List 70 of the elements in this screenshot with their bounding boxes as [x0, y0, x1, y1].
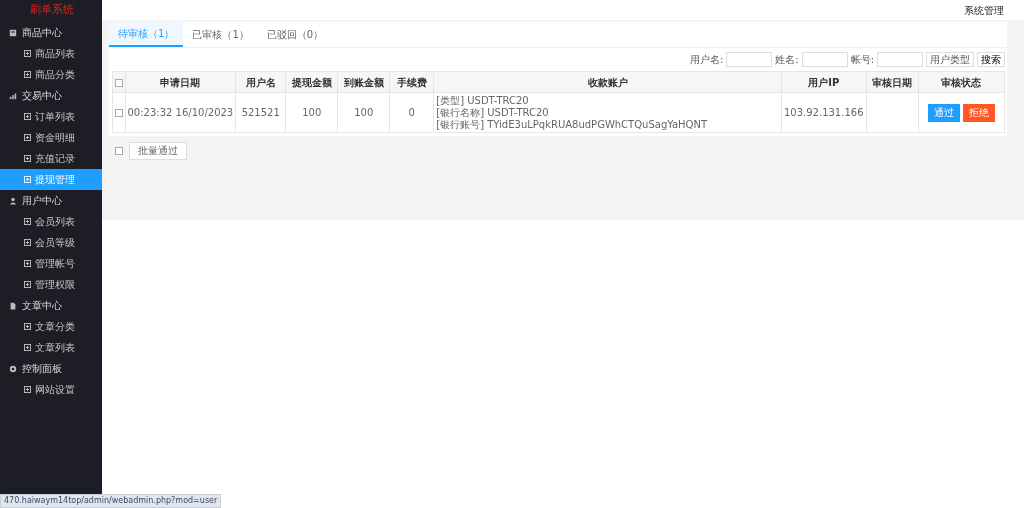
tab[interactable]: 已驳回（0）	[257, 22, 333, 47]
plus-square-icon	[24, 134, 31, 141]
sidebar-group[interactable]: 商品中心	[0, 22, 102, 43]
table-cell: 103.92.131.166	[781, 92, 866, 133]
sidebar-item[interactable]: 文章分类	[0, 316, 102, 337]
sidebar-item[interactable]: 充值记录	[0, 148, 102, 169]
column-header: 用户IP	[781, 71, 866, 93]
site-title: 刷单系统	[29, 2, 75, 18]
sidebar-item[interactable]: 管理权限	[0, 274, 102, 295]
table-cell: 100	[337, 92, 390, 133]
plus-square-icon	[24, 113, 31, 120]
select-all-checkbox[interactable]	[114, 78, 123, 87]
document-icon	[9, 301, 17, 310]
batch-checkbox[interactable]	[115, 146, 123, 155]
bar-chart-icon	[9, 91, 17, 100]
plus-square-icon	[24, 176, 31, 183]
sidebar-item[interactable]: 商品分类	[0, 64, 102, 85]
sidebar-group[interactable]: 控制面板	[0, 358, 102, 379]
sidebar-item[interactable]: 文章列表	[0, 337, 102, 358]
sidebar-item[interactable]: 订单列表	[0, 106, 102, 127]
sidebar-item[interactable]: 资金明细	[0, 127, 102, 148]
column-header: 申请日期	[125, 71, 236, 93]
account-line: [银行账号] TYidE3uLPqkRUA8udPGWhCTQuSagYaHQNT	[436, 118, 709, 131]
field-label: 用户名:	[689, 53, 724, 67]
column-header: 提现金额	[285, 71, 338, 93]
table-cell: 00:23:32 16/10/2023	[125, 92, 236, 133]
type-select[interactable]: 用户类型	[926, 52, 974, 67]
batch-approve-button[interactable]: 批量通过	[129, 141, 187, 160]
search-button[interactable]: 搜索	[977, 52, 1005, 67]
column-header: 到账金额	[337, 71, 390, 93]
column-header: 审核状态	[918, 71, 1004, 93]
account-line: [类型] USDT-TRC20	[436, 94, 530, 107]
plus-square-icon	[24, 344, 31, 351]
tab[interactable]: 已审核（1）	[183, 22, 258, 47]
row-checkbox[interactable]	[114, 109, 123, 117]
sidebar-group[interactable]: 交易中心	[0, 85, 102, 106]
sidebar-item[interactable]: 会员列表	[0, 211, 102, 232]
sidebar-item[interactable]: 商品列表	[0, 43, 102, 64]
sidebar-group[interactable]: 用户中心	[0, 190, 102, 211]
plus-square-icon	[24, 239, 31, 246]
column-header: 收款账户	[433, 71, 782, 93]
sidebar-group[interactable]: 文章中心	[0, 295, 102, 316]
user-icon	[9, 196, 17, 205]
account-line: [银行名称] USDT-TRC20	[436, 106, 550, 119]
input-field[interactable]	[726, 52, 773, 67]
column-header: 审核日期	[866, 71, 918, 93]
table-cell: 0	[389, 92, 434, 133]
table-cell: 521521	[235, 92, 286, 133]
sidebar-item[interactable]: 会员等级	[0, 232, 102, 253]
sidebar-item[interactable]: 网站设置	[0, 379, 102, 400]
plus-square-icon	[24, 260, 31, 267]
plus-square-icon	[24, 71, 31, 78]
column-header: 用户名	[235, 71, 286, 93]
plus-square-icon	[24, 323, 31, 330]
box-icon	[9, 28, 17, 37]
field-label: 帐号:	[850, 53, 874, 67]
plus-square-icon	[24, 386, 31, 393]
input-field[interactable]	[801, 52, 848, 67]
column-header: 手续费	[389, 71, 434, 93]
plus-square-icon	[24, 155, 31, 162]
table-cell: 100	[285, 92, 338, 133]
plus-square-icon	[24, 281, 31, 288]
plus-square-icon	[24, 218, 31, 225]
page-title: 系统管理	[964, 3, 1004, 18]
input-field[interactable]	[877, 52, 923, 67]
settings-icon	[9, 364, 17, 373]
field-label: 姓名:	[775, 53, 799, 67]
sidebar-item[interactable]: 管理帐号	[0, 253, 102, 274]
status-url: 470.haiwaym14top/admin/webadmin.php?mod=user	[0, 494, 222, 508]
plus-square-icon	[24, 50, 31, 57]
